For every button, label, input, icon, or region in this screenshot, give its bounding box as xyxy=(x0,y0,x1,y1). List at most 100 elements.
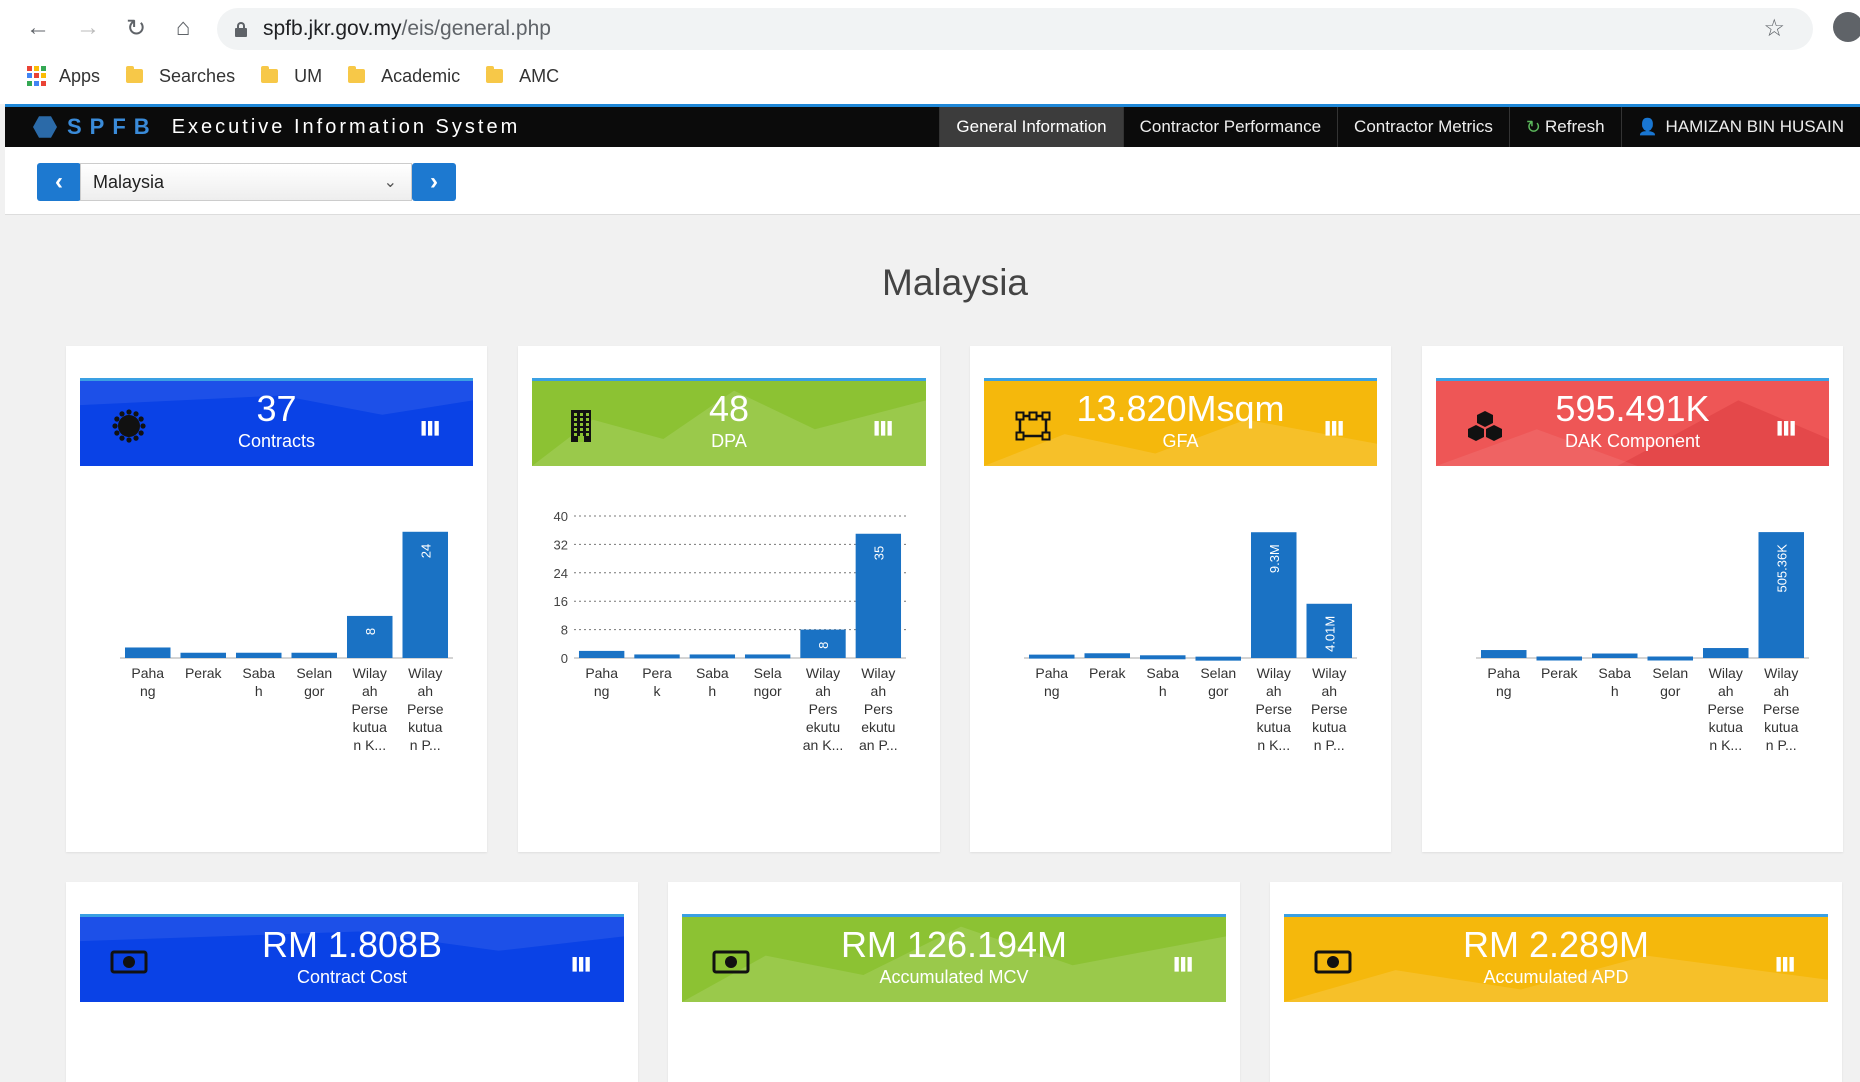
bar-chart-mini-icon[interactable]: ▌▌▌ xyxy=(1776,957,1797,971)
bookmark-apps[interactable]: Apps xyxy=(27,66,100,87)
bar xyxy=(1195,656,1242,661)
stat-banner[interactable]: RM 1.808B Contract Cost ▌▌▌ xyxy=(80,914,624,1002)
bookmark-um[interactable]: UM xyxy=(261,66,322,87)
x-tick-label: h xyxy=(1611,683,1619,699)
bar-chart-mini-icon[interactable]: ▌▌▌ xyxy=(1325,421,1346,435)
folder-icon xyxy=(486,66,504,83)
bar-chart: 0 8 16 24 32 40 Paha ng Pera k Saba h Sela ngor 8 Wilay… xyxy=(554,509,906,753)
nav-refresh[interactable]: ↻ Refresh xyxy=(1508,107,1621,147)
address-bar[interactable]: spfb.jkr.gov.my/eis/general.php ☆ xyxy=(217,8,1813,50)
region-select[interactable]: Malaysia ⌄ xyxy=(80,163,412,201)
stat-banner[interactable]: 37 Contracts ▌▌▌ xyxy=(80,378,473,466)
x-tick-label: h xyxy=(708,683,716,699)
forward-arrow-icon[interactable]: → xyxy=(72,12,104,44)
bar-data-label: 9.3M xyxy=(1267,544,1282,573)
url-text[interactable]: spfb.jkr.gov.my/eis/general.php xyxy=(263,17,551,41)
x-tick-label: n P... xyxy=(1314,737,1345,753)
bookmark-amc[interactable]: AMC xyxy=(486,66,559,87)
x-tick-label: ah xyxy=(815,683,831,699)
x-tick-label: Perse xyxy=(1707,701,1744,717)
bar-chart-mini-icon[interactable]: ▌▌▌ xyxy=(572,957,593,971)
x-tick-label: Perse xyxy=(351,701,388,717)
bookmarks-bar: Apps Searches UM Academic AMC xyxy=(0,56,1860,96)
browser-toolbar: ← → ↻ ⌂ spfb.jkr.gov.my/eis/general.php … xyxy=(0,0,1860,56)
bar xyxy=(1028,654,1075,659)
page-title: Malaysia xyxy=(882,262,1028,303)
y-tick-label: 32 xyxy=(554,537,568,552)
previous-region-button[interactable]: ‹ xyxy=(37,163,81,201)
bar xyxy=(1139,655,1186,660)
back-arrow-icon[interactable]: ← xyxy=(22,12,54,44)
home-icon[interactable]: ⌂ xyxy=(167,12,199,44)
bar xyxy=(291,652,338,658)
x-tick-label: n P... xyxy=(410,737,441,753)
stat-banner[interactable]: RM 2.289M Accumulated APD ▌▌▌ xyxy=(1284,914,1828,1002)
bar xyxy=(1536,656,1583,661)
app-brand[interactable]: SPFB Executive Information System xyxy=(33,112,520,142)
x-tick-label: Pers xyxy=(809,701,838,717)
bar xyxy=(346,615,393,658)
bar xyxy=(689,654,736,659)
bar xyxy=(1591,653,1638,658)
bar-chart-mini-icon[interactable]: ▌▌▌ xyxy=(874,421,895,435)
x-tick-label: Selan xyxy=(1652,665,1688,681)
stat-label: Contracts xyxy=(237,431,316,451)
x-tick-label: ng xyxy=(594,683,610,699)
bar-chart-mini-icon[interactable]: ▌▌▌ xyxy=(1777,421,1798,435)
x-tick-label: gor xyxy=(1208,683,1229,699)
x-tick-label: Sela xyxy=(754,665,782,681)
x-tick-label: kutua xyxy=(408,719,442,735)
reload-icon[interactable]: ↻ xyxy=(120,12,152,44)
x-tick-label: Paha xyxy=(131,665,164,681)
next-region-button[interactable]: › xyxy=(412,163,456,201)
stat-value: RM 1.808B xyxy=(261,924,443,965)
bar-data-label: 8 xyxy=(816,642,831,649)
nav-contractor-performance[interactable]: Contractor Performance xyxy=(1122,107,1337,147)
x-tick-label: n P... xyxy=(1766,737,1797,753)
bar-chart-mini-icon[interactable]: ▌▌▌ xyxy=(421,421,442,435)
bar-chart-mini-icon[interactable]: ▌▌▌ xyxy=(1174,957,1195,971)
stat-card-accumulated-apd: RM 2.289M Accumulated APD ▌▌▌ xyxy=(1270,882,1842,1082)
nav-user-menu[interactable]: 👤 HAMIZAN BIN HUSAIN xyxy=(1620,107,1860,147)
x-tick-label: ekutu xyxy=(806,719,840,735)
stat-value: 48 xyxy=(708,388,750,429)
bar-data-label: 35 xyxy=(871,546,886,560)
nav-general-information[interactable]: General Information xyxy=(939,107,1123,147)
stat-banner[interactable]: RM 126.194M Accumulated MCV ▌▌▌ xyxy=(682,914,1226,1002)
x-tick-label: Wilay xyxy=(1312,665,1346,681)
x-tick-label: Pers xyxy=(864,701,893,717)
x-tick-label: Saba xyxy=(242,665,275,681)
stat-banner[interactable]: 595.491K DAK Component ▌▌▌ xyxy=(1436,378,1829,466)
x-tick-label: ng xyxy=(140,683,156,699)
app-navbar: SPFB Executive Information System Genera… xyxy=(5,104,1860,147)
bookmark-searches[interactable]: Searches xyxy=(126,66,235,87)
bar-data-label: 4.01M xyxy=(1322,616,1337,652)
bar xyxy=(1702,648,1749,658)
x-tick-label: gor xyxy=(304,683,325,699)
x-tick-label: an P... xyxy=(859,737,898,753)
x-tick-label: Selan xyxy=(296,665,332,681)
x-tick-label: ah xyxy=(1773,683,1789,699)
stat-value: 37 xyxy=(256,388,297,429)
bookmark-academic[interactable]: Academic xyxy=(348,66,460,87)
x-tick-label: ah xyxy=(1321,683,1337,699)
stat-label: Accumulated APD xyxy=(1483,967,1629,987)
profile-avatar-icon[interactable] xyxy=(1833,12,1860,42)
stat-label: GFA xyxy=(1162,431,1199,451)
bookmark-star-icon[interactable]: ☆ xyxy=(1763,14,1785,43)
bar xyxy=(180,652,227,658)
stat-banner[interactable]: 48 DPA ▌▌▌ xyxy=(532,378,926,466)
bar-data-label: 8 xyxy=(363,628,378,635)
stat-banner[interactable]: 13.820Msqm GFA ▌▌▌ xyxy=(984,378,1377,466)
x-tick-label: Selan xyxy=(1200,665,1236,681)
bar-chart: Paha ng Perak Saba h Selan gor 8 Wilay ah Perse kut… xyxy=(120,531,453,753)
bar xyxy=(235,652,282,658)
x-tick-label: n K... xyxy=(353,737,386,753)
x-tick-label: Perse xyxy=(1311,701,1348,717)
nav-contractor-metrics[interactable]: Contractor Metrics xyxy=(1337,107,1509,147)
x-tick-label: Wilay xyxy=(861,665,895,681)
bar xyxy=(1647,656,1694,661)
chevron-down-icon: ⌄ xyxy=(383,174,397,191)
x-tick-label: ngor xyxy=(754,683,782,699)
x-tick-label: Wilay xyxy=(1764,665,1798,681)
